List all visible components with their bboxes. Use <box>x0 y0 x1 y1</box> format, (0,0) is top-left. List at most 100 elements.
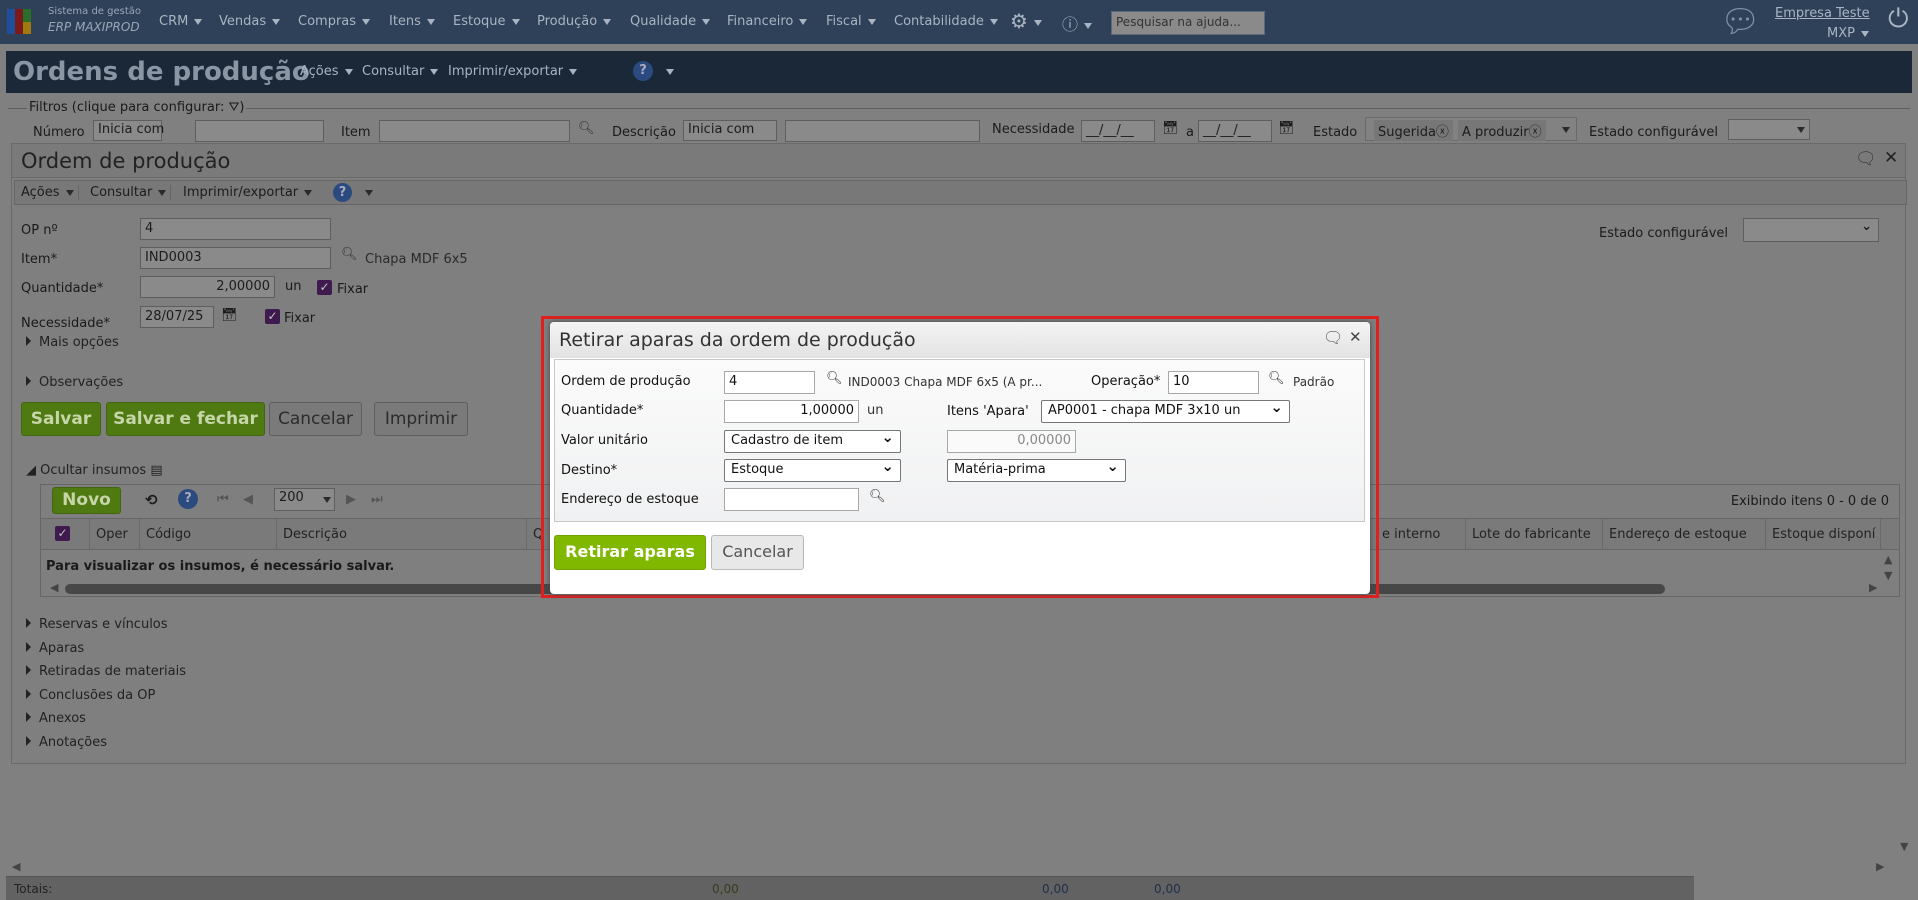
page-scroll-right-icon[interactable]: ▶ <box>1876 860 1884 873</box>
section-conclusoes[interactable]: Conclusões da OP <box>26 688 155 703</box>
op-number-field[interactable]: 4 <box>140 218 331 240</box>
op-field[interactable]: 4 <box>724 371 815 394</box>
save-close-button[interactable]: Salvar e fechar <box>106 402 265 436</box>
page-size-select[interactable]: 200 <box>274 488 335 511</box>
page-scroll-left-icon[interactable]: ◀ <box>12 860 20 873</box>
search-icon[interactable]: 🔍︎ <box>341 247 358 262</box>
apara-items-select[interactable]: AP0001 - chapa MDF 3x10 un <box>1041 398 1290 423</box>
filter-date-to[interactable]: __/__/__ <box>1198 120 1272 142</box>
quantity-field[interactable]: 1,00000 <box>724 400 859 423</box>
section-aparas[interactable]: Aparas <box>26 641 84 656</box>
hide-inputs-toggle[interactable]: ◢ Ocultar insumos ▤ <box>26 463 163 478</box>
filter-numero-input[interactable] <box>195 120 324 142</box>
scroll-right-icon[interactable]: ▶ <box>1869 581 1877 594</box>
menu-compras[interactable]: Compras <box>298 14 371 29</box>
col-codigo[interactable]: Código <box>140 519 277 550</box>
last-page-icon[interactable]: ⏭ <box>371 492 383 507</box>
filter-descricao-mode[interactable]: Inicia com <box>683 120 777 141</box>
header-menu-consultar[interactable]: Consultar <box>362 64 439 79</box>
menu-estoque[interactable]: Estoque <box>453 14 520 29</box>
search-icon[interactable]: 🔍︎ <box>869 489 886 504</box>
menu-contabilidade[interactable]: Contabilidade <box>894 14 998 29</box>
scroll-down-icon[interactable]: ▼ <box>1884 569 1892 582</box>
header-menu-imprimir[interactable]: Imprimir/exportar <box>448 64 578 79</box>
filter-icon[interactable]: ⛛ <box>228 100 239 115</box>
scroll-left-icon[interactable]: ◀ <box>50 581 58 594</box>
calendar-icon[interactable]: 📅︎ <box>1162 121 1179 136</box>
prev-page-icon[interactable]: ◀ <box>243 492 253 507</box>
filters-legend[interactable]: Filtros (clique para configurar: ⛛) <box>27 100 247 115</box>
chat-icon[interactable]: 🗨︎ <box>1855 149 1877 169</box>
observations-toggle[interactable]: Observações <box>26 375 123 390</box>
close-icon[interactable]: ✕ <box>1884 148 1898 168</box>
stock-address-field[interactable] <box>724 488 859 511</box>
chat-icon[interactable]: 💬︎ <box>1720 2 1761 40</box>
retirar-aparas-button[interactable]: Retirar aparas <box>554 535 706 570</box>
filter-item-input[interactable] <box>379 120 570 142</box>
search-icon[interactable]: 🔍︎ <box>578 121 595 136</box>
menu-producao[interactable]: Produção <box>537 14 612 29</box>
menu-qualidade[interactable]: Qualidade <box>630 14 711 29</box>
unit-value-mode-select[interactable]: Cadastro de item <box>724 428 901 453</box>
toolbar-imprimir[interactable]: Imprimir/exportar <box>183 185 313 200</box>
menu-fiscal[interactable]: Fiscal <box>826 14 876 29</box>
next-page-icon[interactable]: ▶ <box>346 492 356 507</box>
user-menu[interactable]: MXP <box>1827 26 1869 41</box>
filter-date-from[interactable]: __/__/__ <box>1081 120 1155 142</box>
col-endereco[interactable]: Endereço de estoque <box>1603 519 1766 550</box>
dialog-cancel-button[interactable]: Cancelar <box>711 535 804 570</box>
scroll-up-icon[interactable]: ▲ <box>1884 553 1892 566</box>
tag-sugerida[interactable]: Sugeridaⓧ <box>1374 120 1453 141</box>
col-oper[interactable]: Oper <box>90 519 140 550</box>
need-date-field[interactable]: 28/07/25 <box>140 306 214 328</box>
col-lote-interno[interactable]: e interno <box>1376 519 1466 550</box>
cancel-button[interactable]: Cancelar <box>269 402 362 436</box>
new-button[interactable]: Novo <box>52 487 121 514</box>
print-button[interactable]: Imprimir <box>374 402 468 436</box>
gear-icon[interactable]: ⚙ <box>1010 9 1042 33</box>
filter-numero-mode[interactable]: Inicia com <box>93 120 164 141</box>
filter-estado-config-select[interactable] <box>1728 119 1810 140</box>
section-retiradas[interactable]: Retiradas de materiais <box>26 664 186 679</box>
filter-descricao-input[interactable] <box>785 120 980 142</box>
col-estoque-disponivel[interactable]: Estoque disponí <box>1766 519 1881 550</box>
select-all-checkbox-col[interactable]: ✓ <box>41 519 90 550</box>
refresh-icon[interactable]: ⟲ <box>145 491 158 509</box>
quantity-field[interactable]: 2,00000 <box>140 276 275 298</box>
search-icon[interactable]: 🔍︎ <box>1268 371 1285 386</box>
calendar-icon[interactable]: 📅︎ <box>1278 121 1295 136</box>
menu-vendas[interactable]: Vendas <box>219 14 281 29</box>
first-page-icon[interactable]: ⏮ <box>217 492 229 507</box>
section-anotacoes[interactable]: Anotações <box>26 735 107 750</box>
more-options-toggle[interactable]: Mais opções <box>26 335 119 350</box>
toolbar-help-icon[interactable]: ? <box>333 183 352 202</box>
menu-financeiro[interactable]: Financeiro <box>727 14 808 29</box>
destination-select[interactable]: Estoque <box>724 457 901 482</box>
header-help-dropdown[interactable] <box>660 64 674 79</box>
fix-date-checkbox[interactable]: ✓ <box>265 309 280 324</box>
fix-quantity-checkbox[interactable]: ✓ <box>317 280 332 295</box>
toolbar-consultar[interactable]: Consultar <box>90 185 172 200</box>
col-descricao[interactable]: Descrição <box>277 519 527 550</box>
chevron-down-icon[interactable] <box>1562 127 1570 133</box>
help-search-input[interactable]: Pesquisar na ajuda... <box>1111 11 1265 35</box>
configurable-state-select[interactable]: ⌄ <box>1743 218 1879 242</box>
header-menu-acoes[interactable]: Ações <box>300 64 353 79</box>
chat-icon[interactable]: 🗨︎ <box>1323 328 1343 347</box>
help-icon[interactable]: ? <box>178 489 198 509</box>
toolbar-acoes[interactable]: Ações <box>21 185 79 200</box>
filter-estado-tags[interactable]: Sugeridaⓧ A produzirⓧ <box>1365 117 1577 141</box>
tag-a-produzir[interactable]: A produzirⓧ <box>1458 120 1546 141</box>
section-anexos[interactable]: Anexos <box>26 711 86 726</box>
calendar-icon[interactable]: 📅︎ <box>221 308 238 323</box>
header-help-icon[interactable]: ? <box>633 61 653 81</box>
help-icon[interactable]: ⓘ <box>1062 11 1093 35</box>
page-scroll-down-icon[interactable]: ▼ <box>1900 840 1908 853</box>
company-link[interactable]: Empresa Teste <box>1775 6 1870 21</box>
col-lote-fabricante[interactable]: Lote do fabricante <box>1466 519 1603 550</box>
destination-type-select[interactable]: Matéria-prima <box>947 457 1126 482</box>
section-reservas[interactable]: Reservas e vínculos <box>26 617 168 632</box>
menu-crm[interactable]: CRM <box>159 14 203 29</box>
save-button[interactable]: Salvar <box>21 402 101 436</box>
close-icon[interactable]: ✕ <box>1349 328 1362 346</box>
